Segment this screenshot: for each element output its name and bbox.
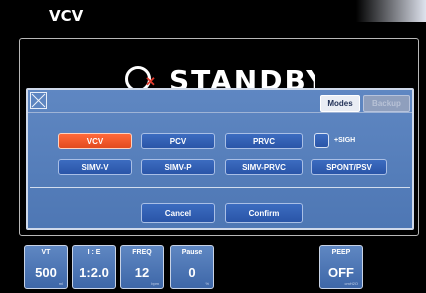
sigh-checkbox[interactable] — [314, 133, 329, 148]
mode-button-prvc[interactable]: PRVC — [225, 133, 303, 149]
top-bar: VCV — [0, 0, 426, 30]
param-peep[interactable]: PEEP OFF cmH2O — [319, 245, 363, 289]
param-value: OFF — [328, 265, 354, 280]
param-unit: % — [205, 281, 209, 286]
param-ie[interactable]: I : E 1:2.0 — [72, 245, 116, 289]
confirm-button[interactable]: Confirm — [225, 203, 303, 223]
mode-button-simv-p[interactable]: SIMV-P — [141, 159, 215, 175]
param-pause[interactable]: Pause 0 % — [170, 245, 214, 289]
tab-modes[interactable]: Modes — [320, 95, 360, 112]
mode-button-spont-psv[interactable]: SPONT/PSV — [311, 159, 387, 175]
param-unit: ml — [58, 281, 63, 286]
current-mode-title: VCV — [49, 7, 84, 25]
mode-select-dialog: Modes Backup VCV PCV PRVC +SIGH SIMV-V S… — [26, 88, 414, 230]
param-unit: cmH2O — [344, 281, 358, 286]
dialog-divider — [30, 187, 410, 188]
param-label: I : E — [87, 249, 101, 256]
param-unit: bpm — [151, 281, 159, 286]
param-label: PEEP — [331, 249, 351, 256]
param-label: VT — [41, 249, 51, 256]
tab-backup[interactable]: Backup — [363, 95, 410, 112]
parameter-bar: VT 500 ml I : E 1:2.0 FREQ 12 bpm Pause … — [0, 240, 426, 293]
mode-button-vcv[interactable]: VCV — [58, 133, 132, 149]
cancel-button[interactable]: Cancel — [141, 203, 215, 223]
dialog-header-divider — [28, 112, 412, 113]
param-label: FREQ — [132, 249, 152, 256]
mode-button-pcv[interactable]: PCV — [141, 133, 215, 149]
sigh-label: +SIGH — [334, 137, 356, 144]
param-value: 1:2.0 — [79, 265, 109, 280]
close-icon[interactable] — [30, 92, 47, 109]
param-value: 12 — [134, 265, 150, 280]
mode-button-simv-prvc[interactable]: SIMV-PRVC — [225, 159, 303, 175]
param-freq[interactable]: FREQ 12 bpm — [120, 245, 164, 289]
header-gradient — [356, 0, 426, 22]
mode-button-simv-v[interactable]: SIMV-V — [58, 159, 132, 175]
param-label: Pause — [181, 249, 203, 256]
param-vt[interactable]: VT 500 ml — [24, 245, 68, 289]
param-value: 500 — [35, 265, 57, 280]
param-value: 0 — [188, 265, 196, 280]
